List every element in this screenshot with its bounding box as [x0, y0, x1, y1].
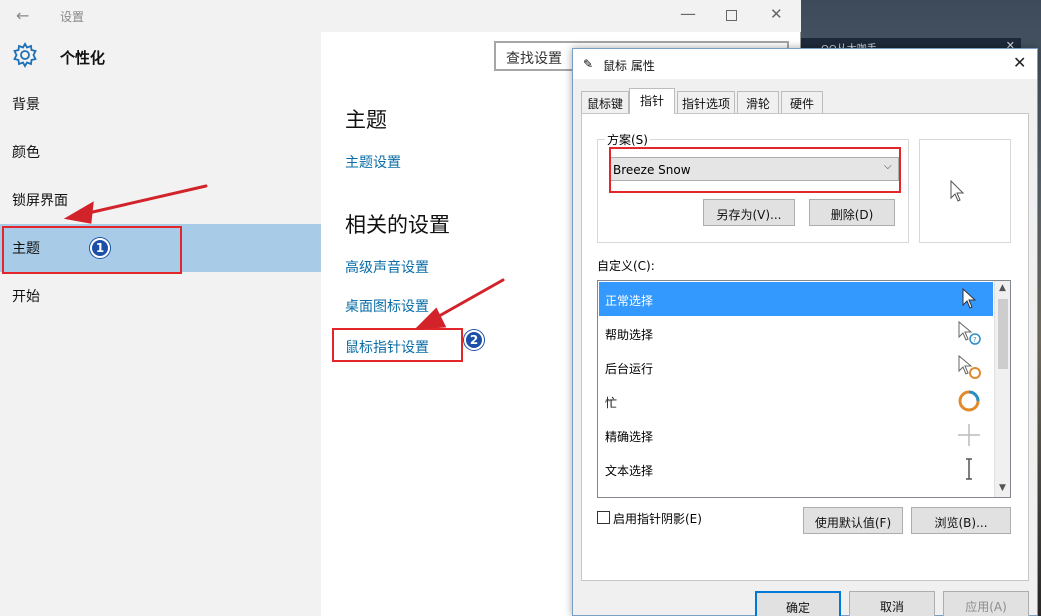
- tab-hardware[interactable]: 硬件: [781, 91, 823, 113]
- sidebar-item-start[interactable]: 开始: [0, 272, 321, 320]
- button-label: 应用(A): [965, 600, 1007, 614]
- button-label: 确定: [785, 601, 810, 615]
- list-item-help-select[interactable]: 帮助选择 ?: [599, 316, 993, 350]
- sidebar-item-colors[interactable]: 颜色: [0, 128, 321, 176]
- tab-label: 滑轮: [745, 97, 770, 111]
- link-theme-settings[interactable]: 主题设置: [345, 152, 401, 172]
- customize-label: 自定义(C):: [597, 259, 655, 273]
- maximize-icon[interactable]: [726, 10, 737, 21]
- sidebar-item-label: 颜色: [12, 145, 40, 161]
- mouse-icon: ✎: [583, 57, 594, 71]
- list-item-busy[interactable]: 忙: [599, 384, 993, 418]
- list-item-label: 后台运行: [605, 362, 654, 376]
- list-item-label: 精确选择: [605, 430, 654, 444]
- back-arrow-icon[interactable]: ←: [16, 6, 29, 25]
- tab-pointer-options[interactable]: 指针选项: [677, 91, 735, 113]
- section-heading-themes: 主题: [345, 108, 387, 132]
- button-label: 浏览(B)...: [934, 516, 988, 530]
- mouse-properties-dialog: ✎ 鼠标 属性 ✕ 鼠标键 指针 指针选项 滑轮 硬件 方案(S) Breeze…: [572, 48, 1038, 616]
- tab-label: 鼠标键: [586, 97, 623, 111]
- help-cursor-icon: ?: [958, 320, 981, 345]
- list-item-label: 正常选择: [605, 294, 654, 308]
- list-item-label: 帮助选择: [605, 328, 654, 342]
- ok-button[interactable]: 确定: [755, 591, 841, 616]
- arrow-cursor-icon: [950, 180, 965, 202]
- page-header: 个性化: [0, 40, 321, 72]
- arrow-cursor-icon: [962, 287, 977, 309]
- sidebar-item-background[interactable]: 背景: [0, 80, 321, 128]
- sidebar-item-label: 锁屏界面: [12, 193, 68, 209]
- page-title: 个性化: [60, 49, 106, 67]
- sidebar-item-label: 开始: [12, 289, 40, 305]
- window-title: 设置: [60, 10, 85, 24]
- sidebar-item-label: 背景: [12, 97, 40, 113]
- highlight-box-mouse-pointer: [332, 328, 463, 362]
- chevron-down-icon[interactable]: ▼: [999, 483, 1006, 493]
- working-cursor-icon: [958, 354, 981, 379]
- pointer-shadow-label: 启用指针阴影(E): [613, 512, 702, 526]
- dialog-titlebar: ✎ 鼠标 属性 ✕: [573, 49, 1037, 79]
- button-label: 删除(D): [830, 208, 874, 222]
- section-heading-related: 相关的设置: [345, 213, 450, 237]
- use-default-button[interactable]: 使用默认值(F): [803, 507, 903, 534]
- tab-label: 指针选项: [681, 97, 730, 111]
- tab-wheel[interactable]: 滑轮: [737, 91, 779, 113]
- settings-titlebar: ← 设置 — ✕: [0, 0, 801, 32]
- list-item-text-select[interactable]: 文本选择: [599, 452, 993, 486]
- cursor-preview: [919, 139, 1011, 243]
- button-label: 另存为(V)...: [716, 208, 782, 222]
- gear-icon: [13, 42, 37, 68]
- text-cursor-icon: [966, 458, 972, 480]
- svg-text:?: ?: [973, 336, 977, 344]
- pointer-shadow-checkbox[interactable]: [597, 511, 610, 524]
- tab-pointers[interactable]: 指针: [629, 88, 675, 114]
- list-item-precision-select[interactable]: 精确选择: [599, 418, 993, 452]
- pointer-list[interactable]: 正常选择 帮助选择 ? 后台运行 忙 精确选择 文本选择 ▲ ▼: [597, 280, 1011, 498]
- list-item-normal-select[interactable]: 正常选择: [599, 282, 993, 316]
- browse-button[interactable]: 浏览(B)...: [911, 507, 1011, 534]
- busy-cursor-icon: [958, 390, 980, 412]
- minimize-icon[interactable]: —: [680, 4, 696, 23]
- apply-button[interactable]: 应用(A): [943, 591, 1029, 616]
- tab-label: 硬件: [789, 97, 814, 111]
- link-desktop-icons[interactable]: 桌面图标设置: [345, 296, 429, 316]
- highlight-box-scheme: [609, 147, 901, 193]
- step-badge-1: 1: [90, 238, 110, 258]
- cancel-button[interactable]: 取消: [849, 591, 935, 616]
- list-item-label: 文本选择: [605, 464, 654, 478]
- close-icon[interactable]: ✕: [770, 5, 783, 23]
- chevron-up-icon[interactable]: ▲: [999, 283, 1006, 293]
- crosshair-cursor-icon: [958, 424, 980, 446]
- step-badge-2: 2: [464, 330, 484, 350]
- save-as-button[interactable]: 另存为(V)...: [703, 199, 795, 226]
- delete-button[interactable]: 删除(D): [809, 199, 895, 226]
- dialog-title: 鼠标 属性: [603, 59, 655, 73]
- button-label: 使用默认值(F): [814, 516, 892, 530]
- sidebar-item-lockscreen[interactable]: 锁屏界面: [0, 176, 321, 224]
- list-scrollbar[interactable]: ▲ ▼: [994, 281, 1010, 497]
- tab-label: 指针: [639, 94, 664, 108]
- tab-buttons[interactable]: 鼠标键: [581, 91, 629, 113]
- list-item-label: 忙: [605, 396, 618, 410]
- close-icon[interactable]: ✕: [1013, 53, 1026, 72]
- link-advanced-sound[interactable]: 高级声音设置: [345, 257, 429, 277]
- search-placeholder: 查找设置: [506, 51, 562, 67]
- scheme-label: 方案(S): [605, 131, 650, 148]
- button-label: 取消: [879, 600, 904, 614]
- scrollbar-thumb[interactable]: [998, 299, 1008, 369]
- list-item-working[interactable]: 后台运行: [599, 350, 993, 384]
